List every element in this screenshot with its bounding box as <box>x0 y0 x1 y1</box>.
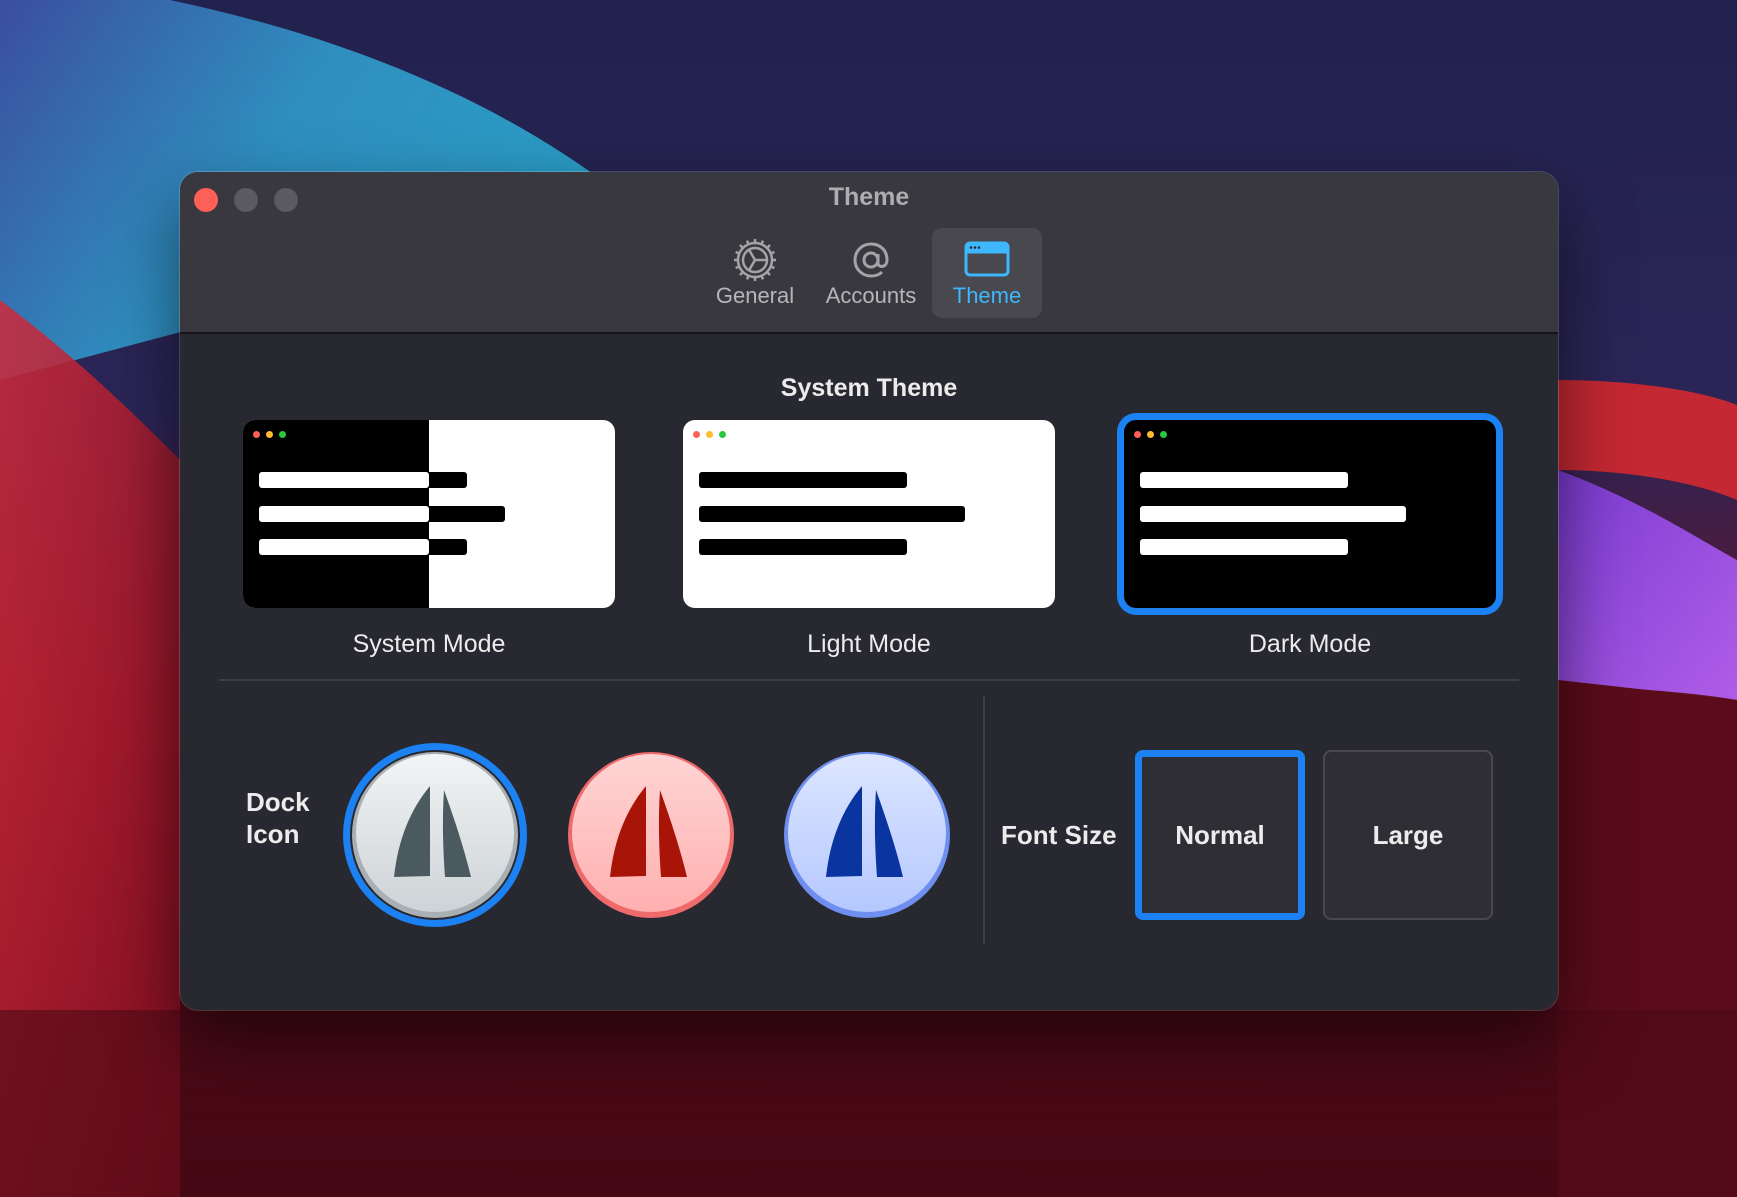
preview-line <box>1140 539 1348 555</box>
tab-accounts-label: Accounts <box>825 283 917 308</box>
preview-zoom-dot <box>719 431 726 438</box>
dock-icon-label: Dock Icon <box>246 787 310 849</box>
system-mode-option[interactable] <box>243 420 615 608</box>
preview-minimize-dot <box>706 431 713 438</box>
tab-theme-label: Theme <box>952 283 1022 308</box>
preview-line <box>259 506 429 522</box>
preview-minimize-dot <box>1147 431 1154 438</box>
preview-close-dot <box>1134 431 1141 438</box>
preview-close-dot <box>253 431 260 438</box>
tab-general[interactable]: General <box>700 228 810 318</box>
vertical-divider <box>983 696 985 944</box>
dark-mode-option[interactable] <box>1124 420 1496 608</box>
preview-line <box>1140 472 1348 488</box>
preview-minimize-dot <box>266 431 273 438</box>
preview-line <box>699 506 965 522</box>
preview-zoom-dot <box>279 431 286 438</box>
preview-line <box>699 539 907 555</box>
preview-line <box>259 472 429 488</box>
font-size-label: Font Size <box>1001 820 1117 850</box>
font-size-large-button[interactable]: Large <box>1323 750 1493 920</box>
at-icon <box>853 242 889 278</box>
preview-line <box>429 539 467 555</box>
window-icon <box>964 241 1010 277</box>
preferences-window: Theme General Accounts Theme System Them… <box>180 172 1558 1010</box>
system-theme-heading: System Theme <box>780 374 958 402</box>
system-mode-label: System Mode <box>352 630 506 658</box>
tab-accounts[interactable]: Accounts <box>813 228 929 318</box>
dock-icon-red-option[interactable] <box>566 750 736 920</box>
sailboat-blue-icon <box>784 752 950 918</box>
gear-icon <box>734 239 776 281</box>
preferences-toolbar: General Accounts Theme <box>180 228 1558 318</box>
preview-zoom-dot <box>1160 431 1167 438</box>
dock-icon-blue-option[interactable] <box>782 750 952 920</box>
preview-line <box>429 506 505 522</box>
window-title: Theme <box>828 183 910 211</box>
section-divider <box>219 679 1519 681</box>
tab-general-label: General <box>715 283 795 308</box>
dock-icon-gray-option[interactable] <box>350 750 520 920</box>
title-bar: Theme General Accounts Theme <box>180 172 1558 334</box>
tab-theme[interactable]: Theme <box>932 228 1042 318</box>
light-mode-label: Light Mode <box>807 630 931 658</box>
preview-line <box>1140 506 1406 522</box>
light-mode-option[interactable] <box>683 420 1055 608</box>
preview-line <box>429 472 467 488</box>
preview-line <box>259 539 429 555</box>
dark-mode-label: Dark Mode <box>1248 630 1372 658</box>
sailboat-gray-icon <box>352 752 518 918</box>
preview-close-dot <box>693 431 700 438</box>
sailboat-red-icon <box>568 752 734 918</box>
theme-pane: System Theme System Mode Light Mode Dark… <box>180 334 1558 1010</box>
preview-line <box>699 472 907 488</box>
font-size-normal-button[interactable]: Normal <box>1135 750 1305 920</box>
